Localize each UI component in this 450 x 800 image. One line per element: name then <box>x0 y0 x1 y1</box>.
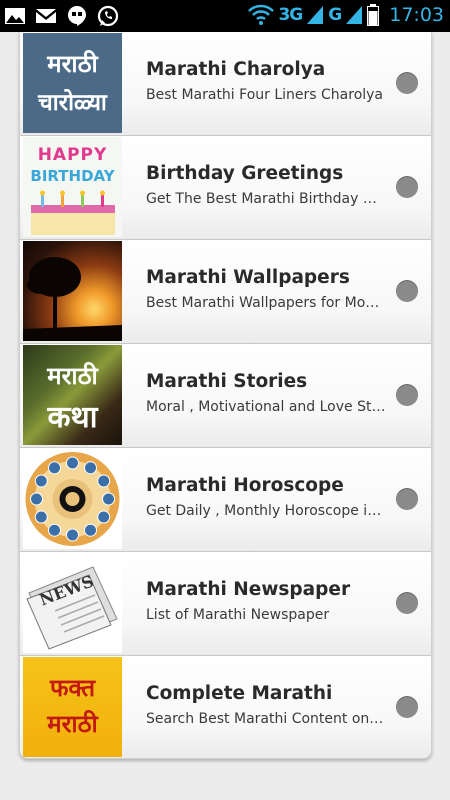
list-item-birthday-greetings[interactable]: HAPPY BIRTHDAY Birthday Greetings Get Th… <box>20 136 431 240</box>
cake-drawing <box>31 190 115 235</box>
item-title: Birthday Greetings <box>146 163 344 184</box>
item-subtitle: Search Best Marathi Content on Web <box>146 711 386 727</box>
thumb-text: BIRTHDAY <box>30 167 115 185</box>
item-title: Marathi Horoscope <box>146 475 344 496</box>
item-title: Marathi Newspaper <box>146 579 351 600</box>
item-subtitle: Best Marathi Wallpapers for Mobile <box>146 295 386 311</box>
thumb-text: मराठी <box>47 710 98 738</box>
signal-strength-icon <box>307 6 324 24</box>
list-item-marathi-newspaper[interactable]: NEWS Marathi Newspaper List of Marathi N… <box>20 552 431 656</box>
fakta-marathi-icon: फक्त मराठी <box>23 657 122 757</box>
newspaper-icon: NEWS <box>23 553 122 653</box>
marathi-charolya-icon: मराठी चारोळ्या <box>23 33 122 133</box>
open-item-dot[interactable] <box>396 176 418 198</box>
item-subtitle: List of Marathi Newspaper <box>146 607 330 623</box>
open-item-dot[interactable] <box>396 72 418 94</box>
zodiac-wheel <box>25 452 120 546</box>
list-item-marathi-stories[interactable]: मराठी कथा Marathi Stories Moral , Motiva… <box>20 344 431 448</box>
thumb-text: चारोळ्या <box>38 90 107 116</box>
sunset-tree-icon <box>23 241 122 341</box>
open-item-dot[interactable] <box>396 488 418 510</box>
open-item-dot[interactable] <box>396 592 418 614</box>
gmail-icon <box>36 9 56 23</box>
whatsapp-icon <box>97 5 119 27</box>
open-item-dot[interactable] <box>396 384 418 406</box>
status-clock: 17:03 <box>389 4 444 26</box>
network-type-g: G <box>328 5 342 25</box>
item-title: Marathi Stories <box>146 371 308 392</box>
open-item-dot[interactable] <box>396 696 418 718</box>
thumb-text: मराठी <box>47 362 98 390</box>
category-list[interactable]: मराठी चारोळ्या Marathi Charolya Best Mar… <box>19 32 432 759</box>
gallery-icon <box>5 8 25 24</box>
thumb-text: फक्त <box>49 674 96 702</box>
item-title: Marathi Wallpapers <box>146 267 350 288</box>
item-subtitle: Get The Best Marathi Birthday Greetings <box>146 191 386 207</box>
list-item-marathi-wallpapers[interactable]: Marathi Wallpapers Best Marathi Wallpape… <box>20 240 431 344</box>
hangouts-icon <box>68 6 86 26</box>
item-subtitle: Moral , Motivational and Love Stories <box>146 399 386 415</box>
wifi-icon <box>248 4 275 25</box>
item-subtitle: Get Daily , Monthly Horoscope in Marathi <box>146 503 386 519</box>
birthday-cake-icon: HAPPY BIRTHDAY <box>23 137 122 237</box>
open-item-dot[interactable] <box>396 280 418 302</box>
item-title: Complete Marathi <box>146 683 333 704</box>
tree-silhouette <box>23 257 122 341</box>
thumb-text: कथा <box>47 400 98 435</box>
thumb-text: HAPPY <box>37 145 108 165</box>
signal-strength-icon-2 <box>346 6 363 24</box>
battery-icon <box>367 4 380 26</box>
marathi-katha-icon: मराठी कथा <box>23 345 122 445</box>
zodiac-wheel-icon <box>23 449 122 549</box>
item-subtitle: Best Marathi Four Liners Charolya <box>146 87 384 103</box>
thumb-text: मराठी <box>47 50 98 78</box>
network-type-3g: 3G <box>278 5 303 25</box>
list-item-marathi-charolya[interactable]: मराठी चारोळ्या Marathi Charolya Best Mar… <box>20 32 431 136</box>
status-bar: 3G G 17:03 <box>0 0 450 32</box>
item-title: Marathi Charolya <box>146 59 326 80</box>
list-item-complete-marathi[interactable]: फक्त मराठी Complete Marathi Search Best … <box>20 656 431 758</box>
list-item-marathi-horoscope[interactable]: Marathi Horoscope Get Daily , Monthly Ho… <box>20 448 431 552</box>
